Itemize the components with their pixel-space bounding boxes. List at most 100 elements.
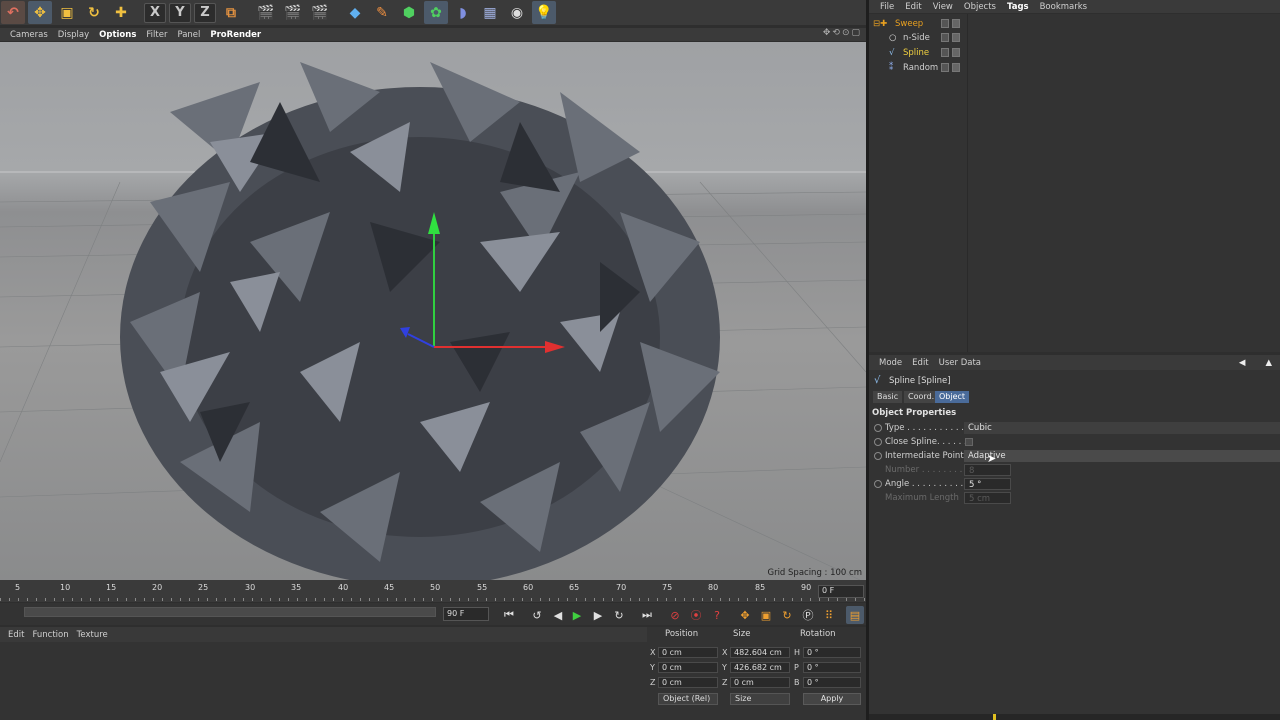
menu-tags[interactable]: Tags [1007,2,1029,12]
rot-h-field[interactable]: 0 ° [803,647,861,658]
key-position-icon[interactable]: ✥ [736,606,754,624]
viewport-scene [0,62,866,580]
timeline-window-icon[interactable]: ▤ [846,606,864,624]
menu-edit[interactable]: Edit [8,630,24,640]
coordinate-system-icon[interactable]: ⧉ [219,1,243,24]
axis-x-button[interactable]: X [144,2,166,23]
viewport-navigation-icons[interactable]: ✥⟲⊙▢ [823,28,862,38]
size-x-field[interactable]: 482.604 cm [730,647,790,658]
floor-icon[interactable]: ▦ [478,1,502,24]
section-title: Object Properties [872,408,957,418]
prev-frame-icon[interactable]: ◀ [549,606,567,624]
render-picture-viewer-icon[interactable]: 🎬 [281,1,305,24]
animate-dot-icon[interactable] [874,438,882,446]
render-settings-icon[interactable]: 🎬 [308,1,332,24]
rot-p-field[interactable]: 0 ° [803,662,861,673]
axis-y-button[interactable]: Y [169,2,191,23]
menu-file[interactable]: File [880,2,894,12]
list-item[interactable]: ⁑ Random [869,61,1280,75]
menu-display[interactable]: Display [58,30,89,40]
menu-user-data[interactable]: User Data [939,358,981,368]
prev-key-icon[interactable]: ↺ [528,606,546,624]
menu-view[interactable]: View [933,2,953,12]
type-select[interactable]: Cubic [964,422,1280,434]
record-icon[interactable]: ⊘ [666,606,684,624]
subdivision-icon[interactable]: ⬢ [397,1,421,24]
list-item[interactable]: √ Spline [869,46,1280,60]
up-arrow-icon[interactable]: ▲ [1265,358,1272,368]
apply-button[interactable]: Apply [803,693,861,705]
tab-coord[interactable]: Coord. [904,391,939,403]
pos-z-field[interactable]: 0 cm [658,677,718,688]
maximum-length-field[interactable]: 5 cm [964,492,1011,504]
camera-icon[interactable]: ◉ [505,1,529,24]
angle-field[interactable]: 5 ° [964,478,1011,490]
key-scale-icon[interactable]: ▣ [757,606,775,624]
menu-options[interactable]: Options [99,30,136,40]
tab-object[interactable]: Object [935,391,970,403]
end-frame-field[interactable]: 90 F [443,607,489,621]
key-pla-icon[interactable]: ⠿ [820,606,838,624]
visibility-flags[interactable] [941,48,963,58]
cloner-icon[interactable]: ✿ [424,1,448,24]
key-parameter-icon[interactable]: Ⓟ [799,606,817,624]
type-row: Type . . . . . . . . . . . . . Cubic [869,422,1280,436]
visibility-flags[interactable] [941,33,963,43]
coordinate-mode-select[interactable]: Object (Rel) [658,693,718,705]
size-z-field[interactable]: 0 cm [730,677,790,688]
next-key-icon[interactable]: ↻ [610,606,628,624]
material-manager-area[interactable] [0,642,647,720]
menu-bookmarks[interactable]: Bookmarks [1040,2,1088,12]
number-field[interactable]: 8 [964,464,1011,476]
list-item[interactable]: ○ n-Side [869,31,1280,45]
render-view-icon[interactable]: 🎬 [254,1,278,24]
menu-function[interactable]: Function [32,630,68,640]
size-mode-select[interactable]: Size [730,693,790,705]
play-icon[interactable]: ▶ [568,606,586,624]
rotate-tool-icon[interactable]: ↻ [82,1,106,24]
axis-z-button[interactable]: Z [194,2,216,23]
current-frame-field[interactable]: 0 F [818,585,864,598]
back-arrow-icon[interactable]: ◀ [1239,358,1246,368]
animate-dot-icon[interactable] [874,480,882,488]
next-frame-icon[interactable]: ▶ [589,606,607,624]
autokey-icon[interactable]: ⦿ [687,606,705,624]
scale-tool-icon[interactable]: ▣ [55,1,79,24]
object-name: Random [903,63,939,73]
move-tool-icon[interactable]: ✥ [28,1,52,24]
menu-cameras[interactable]: Cameras [10,30,48,40]
goto-end-icon[interactable]: ⏭ [638,606,656,624]
tab-basic[interactable]: Basic [873,391,903,403]
3d-viewport[interactable]: Grid Spacing : 100 cm [0,42,866,580]
pos-y-field[interactable]: 0 cm [658,662,718,673]
deformer-icon[interactable]: ◗ [451,1,475,24]
pos-x-field[interactable]: 0 cm [658,647,718,658]
menu-prorender[interactable]: ProRender [210,30,261,40]
frame-range-slider[interactable] [24,607,436,617]
menu-edit[interactable]: Edit [905,2,921,12]
animate-dot-icon[interactable] [874,452,882,460]
visibility-flags[interactable] [941,63,963,73]
menu-edit[interactable]: Edit [912,358,928,368]
status-strip [869,714,1280,720]
keyframe-selection-icon[interactable]: ? [708,606,726,624]
light-icon[interactable]: 💡 [532,1,556,24]
size-y-field[interactable]: 426.682 cm [730,662,790,673]
menu-texture[interactable]: Texture [77,630,108,640]
menu-filter[interactable]: Filter [146,30,167,40]
add-tool-icon[interactable]: ✚ [109,1,133,24]
menu-objects[interactable]: Objects [964,2,996,12]
pen-spline-icon[interactable]: ✎ [370,1,394,24]
visibility-flags[interactable] [941,19,963,29]
menu-panel[interactable]: Panel [177,30,200,40]
undo-icon[interactable]: ↶ [1,1,25,24]
cube-icon[interactable]: ◆ [343,1,367,24]
goto-start-icon[interactable]: ⏮ [500,606,518,624]
close-spline-checkbox[interactable] [965,438,973,446]
key-rotation-icon[interactable]: ↻ [778,606,796,624]
list-item[interactable]: ⊟✚ Sweep [869,17,1280,31]
menu-mode[interactable]: Mode [879,358,902,368]
intermediate-points-select[interactable]: Adaptive [964,450,1280,462]
rot-b-field[interactable]: 0 ° [803,677,861,688]
animate-dot-icon[interactable] [874,424,882,432]
